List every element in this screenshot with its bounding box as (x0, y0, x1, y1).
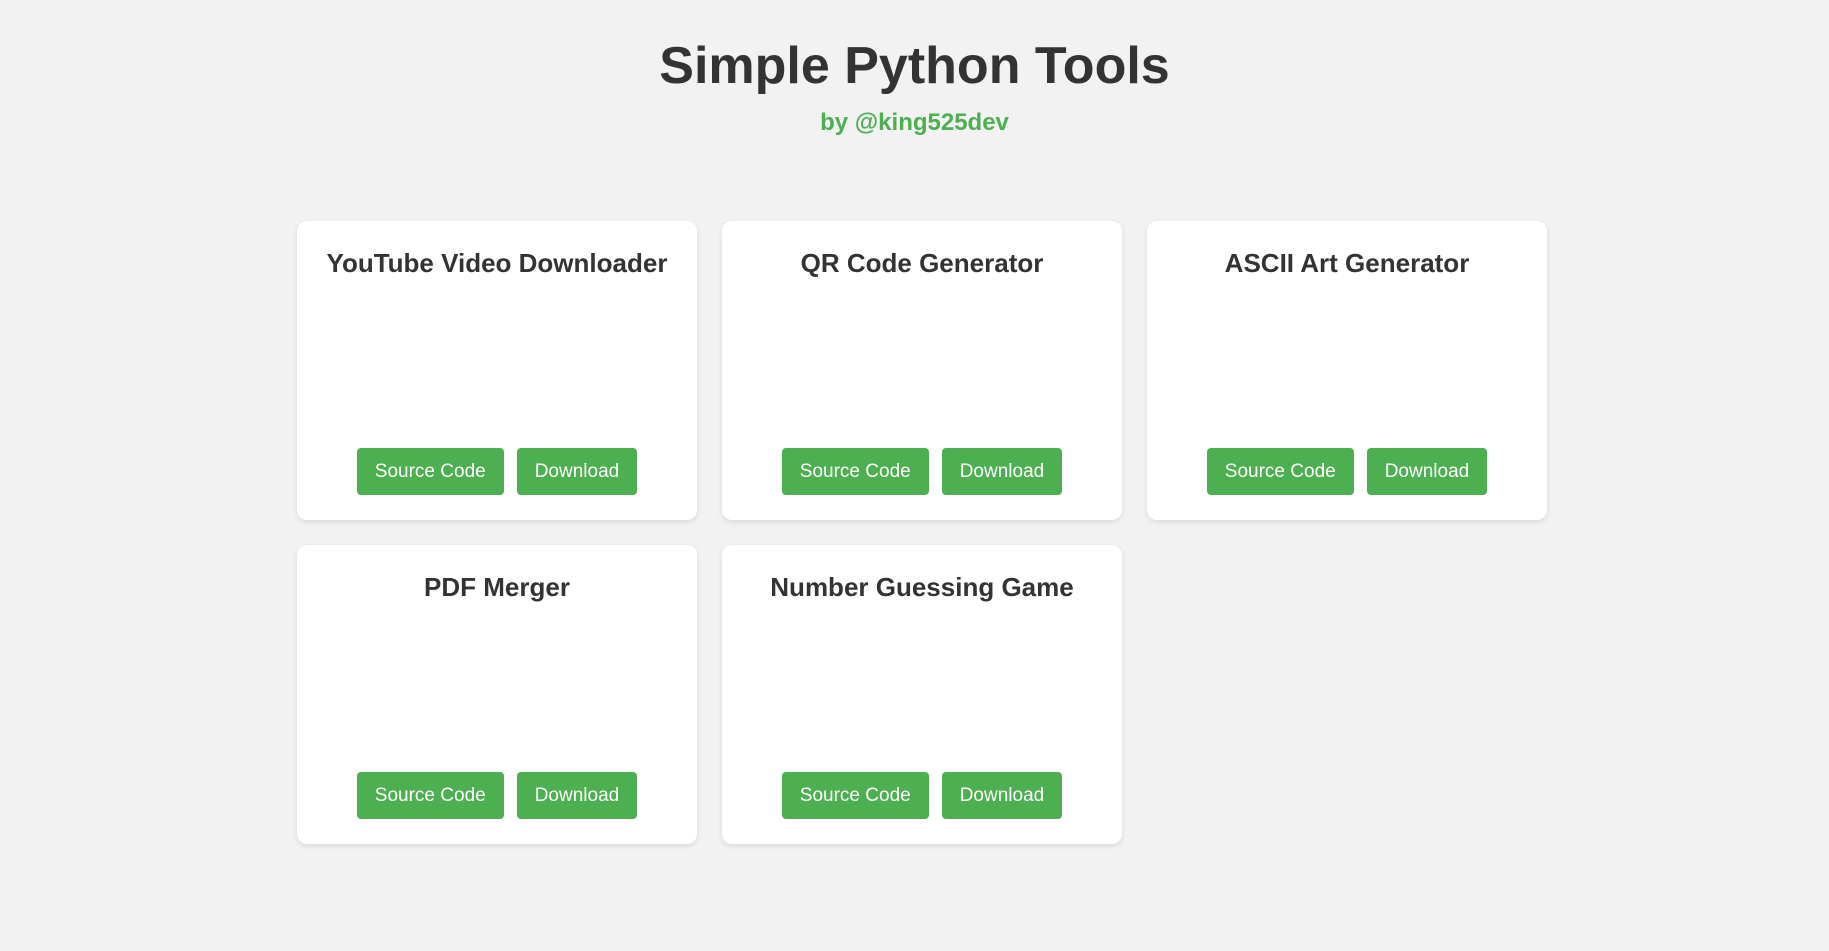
tool-actions: Source Code Download (1147, 448, 1547, 495)
tool-title: Number Guessing Game (770, 572, 1074, 602)
download-button[interactable]: Download (1366, 448, 1488, 495)
source-code-button[interactable]: Source Code (1206, 448, 1354, 495)
tool-card-qr-code-generator: QR Code Generator Source Code Download (722, 221, 1122, 520)
tool-title: QR Code Generator (800, 248, 1044, 278)
tool-actions: Source Code Download (722, 772, 1122, 819)
tool-card-number-guessing-game: Number Guessing Game Source Code Downloa… (722, 545, 1122, 844)
tool-actions: Source Code Download (297, 448, 697, 495)
tool-title: PDF Merger (424, 572, 570, 602)
tool-card-youtube-video-downloader: YouTube Video Downloader Source Code Dow… (297, 221, 697, 520)
author-subtitle: by @king525dev (820, 109, 1009, 136)
download-button[interactable]: Download (941, 772, 1063, 819)
source-code-button[interactable]: Source Code (356, 772, 504, 819)
tools-grid: YouTube Video Downloader Source Code Dow… (297, 221, 1547, 844)
source-code-button[interactable]: Source Code (781, 772, 929, 819)
source-code-button[interactable]: Source Code (356, 448, 504, 495)
download-button[interactable]: Download (941, 448, 1063, 495)
download-button[interactable]: Download (516, 772, 638, 819)
tool-actions: Source Code Download (297, 772, 697, 819)
tool-actions: Source Code Download (722, 448, 1122, 495)
tool-card-pdf-merger: PDF Merger Source Code Download (297, 545, 697, 844)
tool-card-ascii-art-generator: ASCII Art Generator Source Code Download (1147, 221, 1547, 520)
source-code-button[interactable]: Source Code (781, 448, 929, 495)
download-button[interactable]: Download (516, 448, 638, 495)
tool-title: ASCII Art Generator (1224, 248, 1470, 278)
page-title: Simple Python Tools (659, 37, 1170, 95)
tool-title: YouTube Video Downloader (326, 248, 668, 278)
